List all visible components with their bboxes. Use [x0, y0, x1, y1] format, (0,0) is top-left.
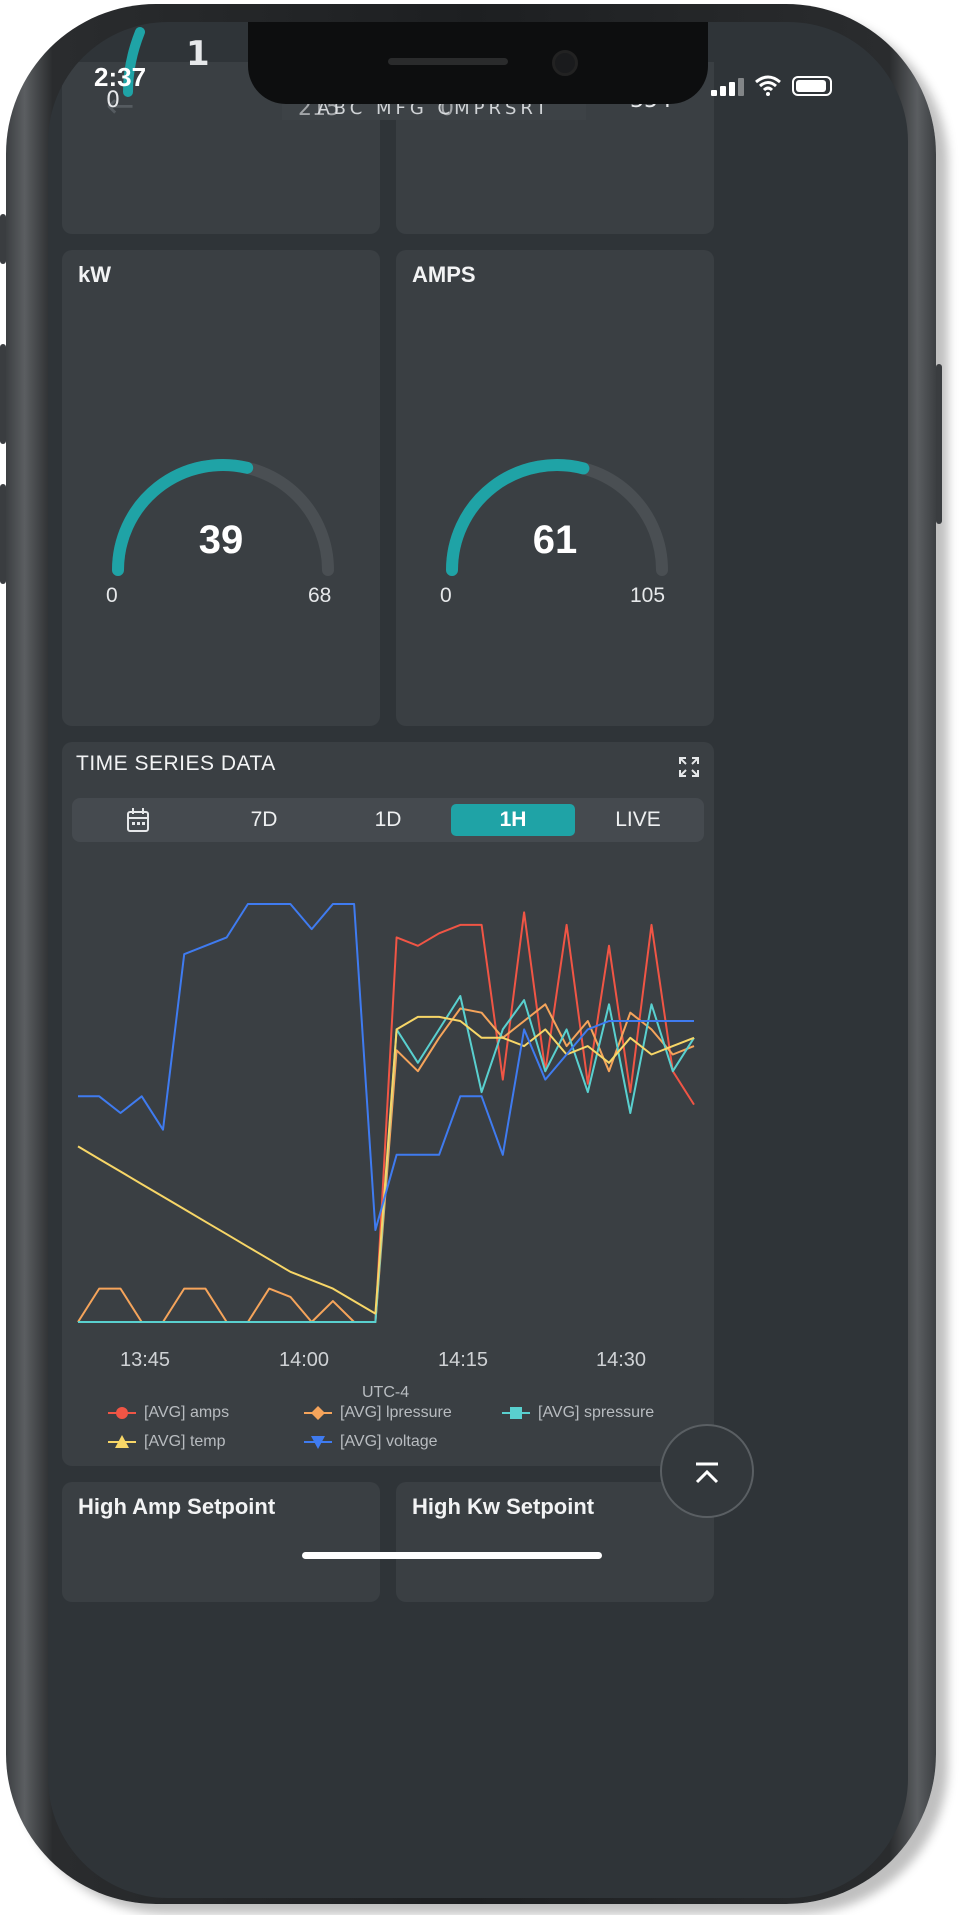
x-tick-label: 14:00	[279, 1349, 330, 1371]
gauge-card-kw: kW 39 0 68	[62, 250, 380, 726]
timezone-label: UTC-4	[362, 1384, 410, 1401]
battery-icon	[792, 76, 832, 96]
silent-switch	[0, 214, 6, 264]
status-icons	[711, 74, 832, 96]
tab-7d[interactable]: 7D	[202, 804, 326, 836]
volume-up-button	[0, 344, 6, 444]
chevron-up-icon	[695, 1462, 719, 1483]
legend-item-amps[interactable]: [AVG] amps	[108, 1404, 229, 1422]
phone-frame: 2:37 1 ← ABC MFG CMPRSRT 0 215 0 kW 39 0…	[0, 4, 942, 1904]
home-indicator	[302, 1552, 602, 1559]
legend-label: [AVG] voltage	[340, 1433, 438, 1450]
cellular-signal-icon	[711, 78, 744, 96]
x-tick-label: 14:30	[596, 1349, 647, 1371]
legend-label: [AVG] temp	[144, 1433, 226, 1450]
speaker	[388, 58, 508, 65]
tab-live[interactable]: LIVE	[576, 804, 700, 836]
calendar-icon[interactable]	[126, 807, 150, 833]
volume-down-button	[0, 484, 6, 584]
x-tick-label: 13:45	[120, 1349, 171, 1371]
gauge-title: kW	[78, 262, 111, 287]
status-time: 2:37	[94, 62, 147, 92]
legend-item-lpressure[interactable]: [AVG] lpressure	[304, 1404, 452, 1422]
time-series-card: TIME SERIES DATA 7D 1D 1H LIVE 13:45 14:…	[62, 742, 714, 1466]
partial-top-digit: 1	[186, 34, 210, 74]
screen: 2:37 1 ← ABC MFG CMPRSRT 0 215 0 kW 39 0…	[48, 22, 908, 1898]
legend-label: [AVG] spressure	[538, 1404, 655, 1421]
front-camera	[552, 50, 578, 76]
gauge-value: 61	[532, 518, 578, 562]
gauge-max: 105	[630, 584, 666, 607]
expand-icon[interactable]	[678, 756, 700, 778]
gauge-min: 0	[106, 584, 118, 607]
time-series-chart	[77, 903, 695, 1323]
tab-1d[interactable]: 1D	[326, 804, 450, 836]
legend-item-spressure[interactable]: [AVG] spressure	[502, 1404, 654, 1422]
legend-marker-square-icon	[502, 1407, 530, 1419]
legend-marker-triangle-down-icon	[304, 1436, 332, 1449]
setpoint-title: High Amp Setpoint	[78, 1494, 276, 1519]
time-series-title: TIME SERIES DATA	[76, 752, 276, 775]
gauge-value: 39	[198, 518, 244, 562]
setpoint-title: High Kw Setpoint	[412, 1494, 595, 1519]
gauge-card-amps: AMPS 61 0 105	[396, 250, 714, 726]
gauge-min: 0	[440, 584, 452, 607]
setpoint-card-amp: High Amp Setpoint	[62, 1482, 380, 1602]
scroll-to-top-button[interactable]	[660, 1424, 754, 1518]
x-tick-label: 14:15	[438, 1349, 489, 1371]
legend-marker-circle-icon	[108, 1407, 136, 1419]
wifi-icon	[755, 75, 781, 96]
setpoint-card-kw: High Kw Setpoint	[396, 1482, 714, 1602]
series-line-avgamps	[78, 911, 695, 1323]
legend-label: [AVG] lpressure	[340, 1404, 452, 1421]
legend-label: [AVG] amps	[144, 1404, 230, 1421]
legend-marker-diamond-icon	[304, 1406, 332, 1420]
legend-item-voltage[interactable]: [AVG] voltage	[304, 1433, 438, 1451]
gauge-title: AMPS	[412, 262, 476, 287]
notch	[248, 22, 708, 104]
tab-1h[interactable]: 1H	[451, 804, 575, 836]
legend-marker-triangle-up-icon	[108, 1435, 136, 1448]
power-button	[936, 364, 942, 524]
time-range-tabs: 7D 1D 1H LIVE	[72, 798, 704, 842]
gauge-max: 68	[308, 584, 332, 607]
legend-item-temp[interactable]: [AVG] temp	[108, 1433, 226, 1451]
